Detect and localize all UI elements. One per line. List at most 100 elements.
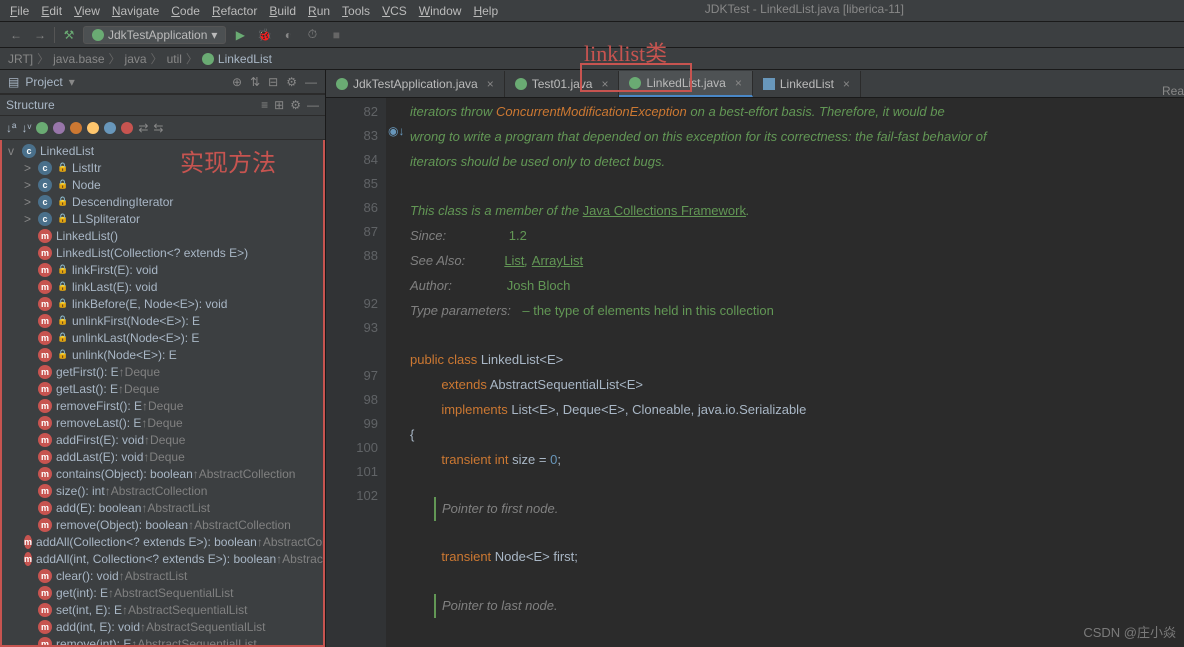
- tree-origin: ↑AbstractList: [141, 501, 210, 515]
- hammer-icon[interactable]: ⚒: [59, 25, 79, 45]
- tree-label: addLast(E): void: [56, 450, 143, 464]
- tree-label: LLSpliterator: [72, 212, 140, 226]
- tree-origin: ↑Deque: [142, 399, 183, 413]
- tree-row[interactable]: mremoveLast(): E ↑Deque: [2, 414, 323, 431]
- sort-icon[interactable]: ≡: [261, 98, 268, 112]
- tree-label: removeFirst(): E: [56, 399, 142, 413]
- tree-row[interactable]: >c🔒LLSpliterator: [2, 210, 323, 227]
- profile-icon[interactable]: ⏱: [302, 25, 322, 45]
- sort-alpha-icon[interactable]: ↓ª: [6, 121, 16, 135]
- tree-row[interactable]: m🔒linkLast(E): void: [2, 278, 323, 295]
- expand-icon[interactable]: ⇅: [250, 75, 260, 89]
- tree-row[interactable]: mgetLast(): E ↑Deque: [2, 380, 323, 397]
- code-area[interactable]: iterators throw ConcurrentModificationEx…: [386, 98, 1184, 647]
- tree-row[interactable]: m🔒unlink(Node<E>): E: [2, 346, 323, 363]
- tree-row[interactable]: maddAll(Collection<? extends E>): boolea…: [2, 533, 323, 550]
- method-icon: m: [38, 637, 52, 647]
- tree-row[interactable]: mLinkedList(Collection<? extends E>): [2, 244, 323, 261]
- close-icon[interactable]: ×: [843, 77, 850, 91]
- editor-tab[interactable]: JdkTestApplication.java×: [326, 71, 505, 97]
- menu-code[interactable]: Code: [165, 4, 206, 18]
- hide-icon[interactable]: —: [305, 75, 317, 89]
- stop-icon[interactable]: ■: [326, 25, 346, 45]
- tree-origin: ↑Deque: [118, 382, 159, 396]
- menu-edit[interactable]: Edit: [35, 4, 68, 18]
- tree-row[interactable]: madd(int, E): void ↑AbstractSequentialLi…: [2, 618, 323, 635]
- breadcrumb-seg[interactable]: java: [125, 52, 147, 66]
- filter-properties-icon[interactable]: [53, 122, 65, 134]
- sort-visibility-icon[interactable]: ↓ᵛ: [21, 121, 31, 135]
- tree-row[interactable]: madd(E): boolean ↑AbstractList: [2, 499, 323, 516]
- override-icon[interactable]: ◉↓: [388, 124, 404, 138]
- filter-anon-icon[interactable]: [87, 122, 99, 134]
- tree-row[interactable]: msize(): int ↑AbstractCollection: [2, 482, 323, 499]
- tree-label: LinkedList(): [56, 229, 118, 243]
- menu-help[interactable]: Help: [467, 4, 504, 18]
- tree-row[interactable]: mLinkedList(): [2, 227, 323, 244]
- autoscroll-icon[interactable]: ⇄: [138, 121, 148, 135]
- editor-tab[interactable]: LinkedList×: [753, 71, 861, 97]
- tree-row[interactable]: m🔒unlinkLast(Node<E>): E: [2, 329, 323, 346]
- tree-label: addAll(Collection<? extends E>): boolean: [36, 535, 257, 549]
- breadcrumb-seg[interactable]: JRT]: [8, 52, 33, 66]
- tree-row[interactable]: maddLast(E): void ↑Deque: [2, 448, 323, 465]
- tree-row[interactable]: mcontains(Object): boolean ↑AbstractColl…: [2, 465, 323, 482]
- tree-origin: ↑Deque: [141, 416, 182, 430]
- breadcrumb-seg[interactable]: util: [167, 52, 182, 66]
- tree-row[interactable]: m🔒linkBefore(E, Node<E>): void: [2, 295, 323, 312]
- tree-row[interactable]: mget(int): E ↑AbstractSequentialList: [2, 584, 323, 601]
- back-icon[interactable]: ←: [6, 25, 26, 45]
- menu-build[interactable]: Build: [263, 4, 302, 18]
- structure-tree[interactable]: vcLinkedList>c🔒ListItr>c🔒Node>c🔒Descendi…: [0, 140, 325, 647]
- tree-row[interactable]: m🔒unlinkFirst(Node<E>): E: [2, 312, 323, 329]
- collapse-icon[interactable]: ⊟: [268, 75, 278, 89]
- tree-origin: ↑AbstractCollection: [193, 467, 296, 481]
- menu-file[interactable]: File: [4, 4, 35, 18]
- filter-lambda-icon[interactable]: [104, 122, 116, 134]
- tree-origin: ↑Deque: [119, 365, 160, 379]
- filter-fields-icon[interactable]: [36, 122, 48, 134]
- lock-icon: 🔒: [56, 280, 70, 294]
- locate-icon[interactable]: ⊕: [232, 75, 242, 89]
- tree-row[interactable]: mset(int, E): E ↑AbstractSequentialList: [2, 601, 323, 618]
- debug-icon[interactable]: 🐞: [254, 25, 274, 45]
- gear-icon[interactable]: ⚙: [286, 75, 297, 89]
- tree-label: add(int, E): void: [56, 620, 140, 634]
- tree-row[interactable]: mgetFirst(): E ↑Deque: [2, 363, 323, 380]
- menu-vcs[interactable]: VCS: [376, 4, 413, 18]
- tree-label: getLast(): E: [56, 382, 118, 396]
- tree-row[interactable]: maddAll(int, Collection<? extends E>): b…: [2, 550, 323, 567]
- tree-row[interactable]: >c🔒Node: [2, 176, 323, 193]
- tree-row[interactable]: mremove(int): E ↑AbstractSequentialList: [2, 635, 323, 647]
- menu-view[interactable]: View: [68, 4, 106, 18]
- tree-row[interactable]: >c🔒DescendingIterator: [2, 193, 323, 210]
- class-icon: [515, 78, 527, 90]
- close-icon[interactable]: ×: [735, 76, 742, 90]
- tree-origin: ↑AbstractSequentialList: [140, 620, 265, 634]
- editor-tabs: JdkTestApplication.java×Test01.java×Link…: [326, 70, 1184, 98]
- close-icon[interactable]: ×: [487, 77, 494, 91]
- tree-row[interactable]: m🔒linkFirst(E): void: [2, 261, 323, 278]
- forward-icon[interactable]: →: [30, 25, 50, 45]
- menu-window[interactable]: Window: [413, 4, 468, 18]
- menu-tools[interactable]: Tools: [336, 4, 376, 18]
- tree-row[interactable]: mremove(Object): boolean ↑AbstractCollec…: [2, 516, 323, 533]
- autoscroll-from-icon[interactable]: ⇆: [153, 121, 163, 135]
- tree-row[interactable]: mclear(): void ↑AbstractList: [2, 567, 323, 584]
- gear-icon[interactable]: ⚙: [290, 98, 301, 112]
- filter-nonpublic-icon[interactable]: [121, 122, 133, 134]
- coverage-icon[interactable]: ◐: [278, 25, 298, 45]
- hide-icon[interactable]: —: [307, 98, 319, 112]
- run-icon[interactable]: ▶: [230, 25, 250, 45]
- menu-refactor[interactable]: Refactor: [206, 4, 263, 18]
- menu-run[interactable]: Run: [302, 4, 336, 18]
- tree-row[interactable]: maddFirst(E): void ↑Deque: [2, 431, 323, 448]
- filter-inherited-icon[interactable]: [70, 122, 82, 134]
- menu-navigate[interactable]: Navigate: [106, 4, 165, 18]
- filter-icon[interactable]: ⊞: [274, 98, 284, 112]
- tree-origin: ↑AbstractCollection: [188, 518, 291, 532]
- tree-row[interactable]: mremoveFirst(): E ↑Deque: [2, 397, 323, 414]
- class-icon: c: [38, 178, 52, 192]
- breadcrumb-seg[interactable]: java.base: [53, 52, 104, 66]
- run-config-dropdown[interactable]: JdkTestApplication▾: [83, 26, 226, 44]
